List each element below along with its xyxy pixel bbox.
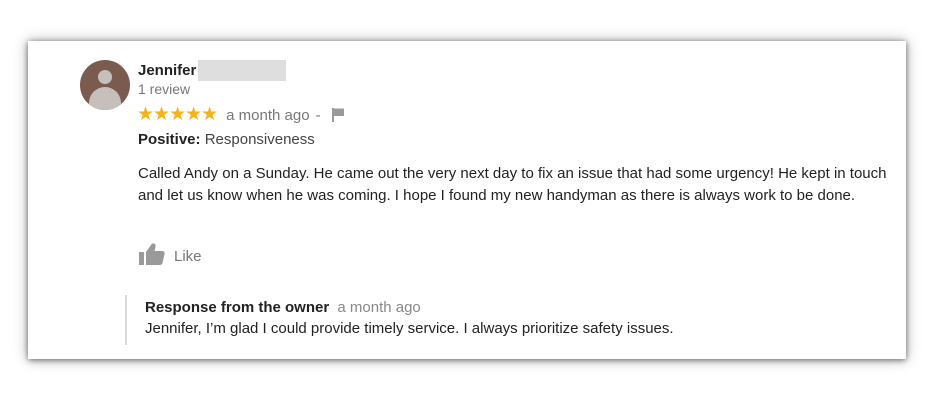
positive-value: Responsiveness <box>204 131 315 148</box>
review-count[interactable]: 1 review <box>138 81 190 97</box>
avatar-head <box>98 70 112 84</box>
owner-response: Response from the owner a month ago Jenn… <box>125 295 674 345</box>
review-card: Jennifer 1 review ★★★★★ a month ago - Po… <box>28 41 906 359</box>
separator: - <box>315 106 321 124</box>
flag-icon[interactable] <box>331 107 345 123</box>
thumbs-up-icon <box>138 242 166 271</box>
review-text: Called Andy on a Sunday. He came out the… <box>138 165 887 204</box>
redacted-surname <box>198 60 287 81</box>
positive-attributes: Positive: Responsiveness <box>138 131 315 148</box>
author-row: Jennifer <box>138 60 287 81</box>
avatar-body <box>89 87 121 110</box>
owner-response-title: Response from the owner <box>145 299 330 316</box>
like-label: Like <box>174 248 202 265</box>
positive-label: Positive: <box>138 131 201 148</box>
owner-response-text: Jennifer, I’m glad I could provide timel… <box>145 320 674 337</box>
review-time: a month ago <box>226 106 310 124</box>
like-button[interactable]: Like <box>138 242 202 271</box>
owner-response-time: a month ago <box>337 299 421 316</box>
avatar[interactable] <box>80 60 130 110</box>
rating-row: ★★★★★ a month ago - <box>137 104 345 126</box>
owner-response-header: Response from the owner a month ago <box>145 299 674 316</box>
author-name[interactable]: Jennifer <box>138 62 196 79</box>
star-rating: ★★★★★ <box>137 104 218 125</box>
